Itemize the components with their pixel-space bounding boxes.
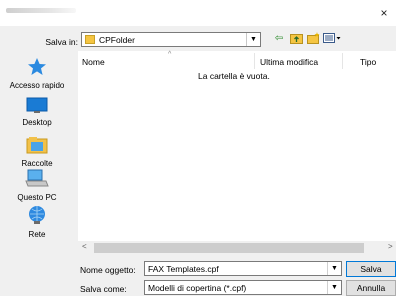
libraries-icon (2, 136, 72, 156)
scrollbar-thumb[interactable] (94, 243, 364, 253)
save-in-dropdown[interactable]: CPFolder ▼ (81, 32, 261, 47)
empty-folder-message: La cartella è vuota. (198, 71, 270, 81)
column-header-name[interactable]: Nome (82, 57, 105, 67)
place-desktop[interactable]: Desktop (2, 97, 72, 127)
computer-icon (2, 168, 72, 190)
chevron-down-icon[interactable]: ▼ (246, 33, 260, 46)
place-this-pc[interactable]: Questo PC (2, 168, 72, 202)
back-arrow-icon[interactable]: ⇦ (272, 32, 286, 46)
cancel-button[interactable]: Annulla (346, 280, 396, 296)
view-menu-icon[interactable] (322, 32, 342, 46)
star-icon (2, 57, 72, 78)
new-folder-icon[interactable] (306, 32, 320, 46)
network-icon (2, 205, 72, 227)
file-list[interactable]: ^ Nome Ultima modifica Tipo La cartella … (78, 51, 396, 255)
scroll-right-icon[interactable]: > (388, 242, 393, 251)
place-label: Accesso rapido (9, 81, 65, 90)
place-label: Questo PC (17, 193, 57, 202)
chevron-down-icon[interactable]: ▼ (327, 262, 341, 275)
file-name-field[interactable]: FAX Templates.cpf ▼ (144, 261, 342, 276)
title-bar: × (0, 0, 396, 26)
place-label: Desktop (22, 118, 52, 127)
up-folder-icon[interactable] (289, 32, 303, 46)
folder-icon (85, 35, 95, 44)
sort-caret-icon: ^ (168, 51, 172, 58)
scroll-left-icon[interactable]: < (82, 242, 87, 251)
place-libraries[interactable]: Raccolte (2, 136, 72, 168)
horizontal-scrollbar[interactable]: < > (78, 241, 396, 255)
place-quick-access[interactable]: Accesso rapido (2, 57, 72, 90)
save-in-label: Salva in: (45, 37, 78, 47)
close-button[interactable]: × (372, 0, 396, 26)
column-header-modified[interactable]: Ultima modifica (260, 57, 318, 67)
save-in-folder: CPFolder (99, 35, 135, 45)
chevron-down-icon[interactable]: ▼ (327, 281, 341, 294)
save-as-type-label: Salva come: (80, 284, 127, 294)
column-divider[interactable] (254, 53, 255, 69)
place-label: Raccolte (21, 159, 53, 168)
place-label: Rete (28, 230, 46, 239)
file-name-label: Nome oggetto: (80, 265, 136, 275)
column-divider[interactable] (342, 53, 343, 69)
window-title-redacted (6, 8, 76, 13)
save-as-type-value: Modelli di copertina (*.cpf) (148, 283, 247, 293)
save-as-type-dropdown[interactable]: Modelli di copertina (*.cpf) ▼ (144, 280, 342, 295)
save-button[interactable]: Salva (346, 261, 396, 277)
place-network[interactable]: Rete (2, 205, 72, 239)
desktop-icon (2, 97, 72, 115)
column-header-type[interactable]: Tipo (360, 57, 376, 67)
file-name-value: FAX Templates.cpf (148, 264, 219, 274)
